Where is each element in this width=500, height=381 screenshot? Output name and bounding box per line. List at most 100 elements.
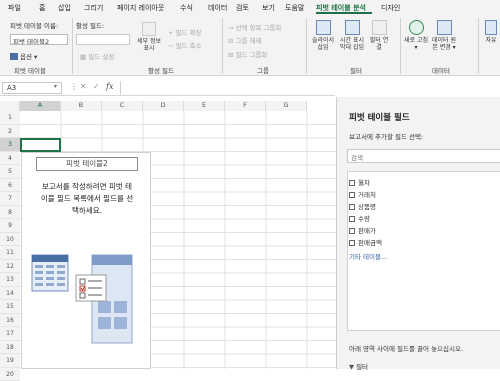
change-source-button[interactable]: 데이터 원본 변경 ▾ — [430, 20, 458, 51]
formula-input[interactable] — [120, 81, 334, 95]
refresh-icon — [409, 20, 424, 35]
row-header[interactable]: 18 — [0, 341, 20, 355]
group-label-filter: 필터 — [350, 65, 362, 75]
filter-connections-button[interactable]: 필터 연결 — [368, 20, 390, 51]
more-options-icon: ⋮ — [70, 82, 78, 91]
group-label-group: 그룹 — [257, 65, 269, 75]
row-header[interactable]: 2 — [0, 125, 20, 139]
ungroup-button[interactable]: ⊟ 그룹 해제 — [228, 35, 262, 45]
tab-draw[interactable]: 그리기 — [84, 3, 103, 13]
checkbox[interactable] — [349, 180, 355, 186]
chevron-down-icon: ▾ — [451, 44, 456, 51]
refresh-button[interactable]: 새로 고침 ▾ — [404, 20, 428, 51]
row-header[interactable]: 10 — [0, 233, 20, 247]
insert-function-icon[interactable]: fx — [106, 82, 113, 91]
ribbon-separator — [72, 18, 73, 74]
row-header[interactable]: 1 — [0, 111, 20, 125]
row-header[interactable]: 16 — [0, 314, 20, 328]
checkbox[interactable] — [349, 216, 355, 222]
options-button[interactable]: 옵션 ▾ — [10, 51, 56, 61]
chevron-down-icon[interactable]: ▾ — [54, 83, 57, 90]
group-selection-button[interactable]: → 선택 항목 그룹화 — [228, 22, 282, 32]
field-settings-icon: ▦ — [80, 53, 88, 61]
row-header[interactable]: 9 — [0, 219, 20, 233]
tab-file[interactable]: 파일 — [8, 3, 21, 13]
tab-data[interactable]: 데이터 — [208, 3, 227, 13]
row-header[interactable]: 11 — [0, 246, 20, 260]
collapse-icon: − — [168, 42, 176, 50]
checkbox[interactable] — [349, 192, 355, 198]
field-item[interactable]: 거래처 — [349, 189, 376, 199]
column-header[interactable]: B — [61, 101, 102, 111]
insert-timeline-button[interactable]: 시간 표시 막대 삽입 — [338, 20, 366, 51]
expand-field-button[interactable]: + 필드 확장 — [168, 27, 202, 37]
active-field-input[interactable] — [76, 34, 130, 45]
chevron-down-icon: ▾ — [414, 44, 417, 51]
column-header[interactable]: F — [225, 101, 266, 111]
row-header[interactable]: 5 — [0, 165, 20, 179]
row-header[interactable]: 19 — [0, 354, 20, 368]
tab-formulas[interactable]: 수식 — [180, 3, 193, 13]
field-settings-button[interactable]: ▦ 필드 설정 — [80, 51, 114, 61]
row-header[interactable]: 12 — [0, 260, 20, 274]
tab-insert[interactable]: 삽입 — [58, 3, 71, 13]
row-header[interactable]: 7 — [0, 192, 20, 206]
row-header[interactable]: 20 — [0, 368, 20, 381]
row-header[interactable]: 8 — [0, 206, 20, 220]
timeline-icon — [345, 20, 360, 35]
pivot-illustration-icon — [30, 253, 145, 345]
field-item[interactable]: 상품명 — [349, 201, 376, 211]
pane-subtitle: 보고서에 추가할 필드 선택: — [349, 131, 423, 141]
tab-review[interactable]: 검토 — [236, 3, 249, 13]
field-search-input[interactable]: 검색 — [347, 149, 500, 163]
cancel-icon[interactable]: ✕ — [80, 82, 87, 91]
drill-down-button[interactable]: 세부 정보 표시 — [136, 22, 162, 52]
tab-view[interactable]: 보기 — [262, 3, 275, 13]
options-icon — [10, 53, 18, 60]
filter-connections-icon — [372, 20, 387, 35]
column-header[interactable]: G — [266, 101, 307, 111]
pivot-placeholder-text: 보고서를 작성하려면 피벗 테 이블 필드 목록에서 필드를 선 택하세요. — [22, 181, 152, 217]
field-item[interactable]: 수량 — [349, 213, 370, 223]
name-box[interactable]: A3 — [2, 82, 62, 94]
column-header[interactable]: A — [20, 101, 61, 111]
selected-cell-a3[interactable] — [20, 138, 61, 152]
tab-home[interactable]: 홈 — [39, 3, 45, 13]
slicer-icon — [316, 20, 331, 35]
row-header[interactable]: 13 — [0, 273, 20, 287]
row-header[interactable]: 3 — [0, 138, 20, 152]
field-item[interactable]: 판매금액 — [349, 237, 382, 247]
chevron-down-icon: ▾ — [32, 53, 37, 61]
row-header[interactable]: 6 — [0, 179, 20, 193]
tab-design[interactable]: 디자인 — [381, 3, 400, 13]
formula-bar: A3 ▾ ⋮ ✕ ✓ fx — [0, 80, 335, 96]
data-source-icon — [437, 20, 452, 35]
checkbox[interactable] — [349, 240, 355, 246]
pivot-name-field[interactable]: 피벗 테이블2 — [10, 34, 68, 45]
column-header[interactable]: E — [184, 101, 225, 111]
row-header[interactable]: 14 — [0, 287, 20, 301]
tab-help[interactable]: 도움말 — [285, 3, 304, 13]
insert-slicer-button[interactable]: 슬라이서 삽입 — [310, 20, 336, 51]
field-item[interactable]: 판매가 — [349, 225, 376, 235]
enter-icon[interactable]: ✓ — [93, 82, 100, 91]
drill-down-icon — [142, 22, 156, 36]
select-all-corner[interactable] — [0, 101, 20, 111]
row-header[interactable]: 15 — [0, 300, 20, 314]
pivot-placeholder-title: 피벗 테이블2 — [36, 157, 138, 171]
pivot-placeholder[interactable]: 피벗 테이블2 보고서를 작성하려면 피벗 테 이블 필드 목록에서 필드를 선… — [21, 152, 151, 369]
group-field-button[interactable]: ⊞ 필드 그룹화 — [228, 49, 267, 59]
row-header[interactable]: 17 — [0, 327, 20, 341]
group-label-data: 데이터 — [432, 65, 450, 75]
collapse-field-button[interactable]: − 필드 축소 — [168, 40, 202, 50]
row-header[interactable]: 4 — [0, 152, 20, 166]
field-item[interactable]: 월차 — [349, 177, 370, 187]
column-header[interactable]: D — [143, 101, 184, 111]
tab-page-layout[interactable]: 페이지 레이아웃 — [117, 3, 164, 13]
checkbox[interactable] — [349, 228, 355, 234]
more-tables-link[interactable]: 기타 테이블... — [349, 251, 387, 261]
more-button[interactable]: 자유 — [482, 20, 500, 44]
checkbox[interactable] — [349, 204, 355, 210]
pane-title: 피벗 테이블 필드 — [349, 111, 410, 123]
column-header[interactable]: C — [102, 101, 143, 111]
